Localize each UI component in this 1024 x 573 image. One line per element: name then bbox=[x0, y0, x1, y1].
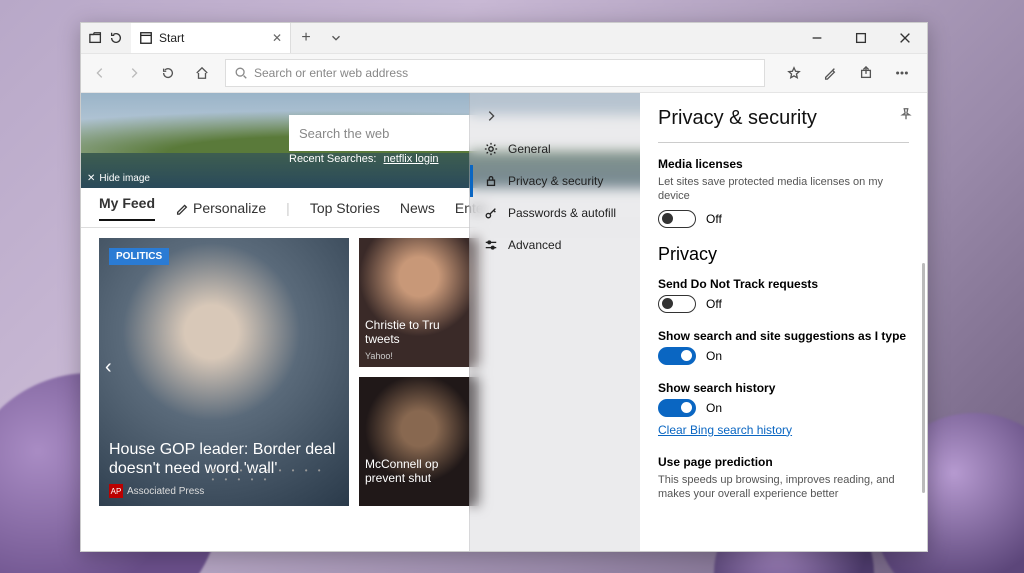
media-licenses-state: Off bbox=[706, 212, 722, 226]
notes-button[interactable] bbox=[819, 62, 841, 84]
settings-nav-advanced[interactable]: Advanced bbox=[470, 229, 640, 261]
clear-history-link[interactable]: Clear Bing search history bbox=[658, 423, 792, 437]
panel-scrollbar[interactable] bbox=[922, 263, 925, 493]
pencil-icon bbox=[175, 201, 189, 215]
titlebar: Start ✕ + bbox=[81, 23, 927, 53]
news-card-side-1[interactable]: Christie to Tru tweets Yahoo! bbox=[359, 238, 479, 367]
share-button[interactable] bbox=[855, 62, 877, 84]
tab-title: Start bbox=[159, 31, 184, 45]
news-source: AP Associated Press bbox=[109, 484, 204, 498]
tab-close-icon[interactable]: ✕ bbox=[272, 31, 282, 45]
tab-dropdown-icon[interactable] bbox=[321, 23, 351, 53]
mini-photo bbox=[359, 238, 479, 367]
dnt-head: Send Do Not Track requests bbox=[658, 277, 909, 291]
nav-separator: | bbox=[286, 200, 290, 216]
tab-page-icon bbox=[139, 31, 153, 45]
new-tab-button[interactable]: + bbox=[291, 23, 321, 53]
history-toggle[interactable] bbox=[658, 399, 696, 417]
settings-flyout: General Privacy & security Passwords & a… bbox=[469, 93, 927, 551]
prediction-head: Use page prediction bbox=[658, 455, 909, 469]
lock-icon bbox=[484, 174, 498, 188]
news-category-tag: POLITICS bbox=[109, 248, 169, 265]
news-card-main[interactable]: POLITICS ‹ House GOP leader: Border deal… bbox=[99, 238, 349, 506]
maximize-button[interactable] bbox=[839, 23, 883, 53]
history-icon bbox=[109, 31, 123, 45]
folder-icon bbox=[89, 31, 103, 45]
settings-nav: General Privacy & security Passwords & a… bbox=[470, 93, 640, 551]
history-head: Show search history bbox=[658, 381, 909, 395]
carousel-prev-icon[interactable]: ‹ bbox=[105, 356, 112, 379]
media-licenses-head: Media licenses bbox=[658, 157, 909, 171]
mini-headline: McConnell op prevent shut bbox=[365, 458, 473, 486]
forward-button[interactable] bbox=[123, 62, 145, 84]
source-badge: AP bbox=[109, 484, 123, 498]
suggestions-head: Show search and site suggestions as I ty… bbox=[658, 329, 909, 343]
dnt-toggle[interactable] bbox=[658, 295, 696, 313]
home-button[interactable] bbox=[191, 62, 213, 84]
recent-search-link[interactable]: netflix login bbox=[384, 153, 439, 165]
feed-tab-personalize[interactable]: Personalize bbox=[175, 200, 266, 216]
dnt-state: Off bbox=[706, 297, 722, 311]
minimize-button[interactable] bbox=[795, 23, 839, 53]
feed-tab-topstories[interactable]: Top Stories bbox=[310, 200, 380, 216]
media-licenses-sub: Let sites save protected media licenses … bbox=[658, 175, 909, 204]
news-card-side-2[interactable]: McConnell op prevent shut bbox=[359, 377, 479, 506]
recent-searches: Recent Searches: netflix login bbox=[289, 153, 439, 165]
pin-button[interactable] bbox=[899, 107, 913, 126]
panel-title: Privacy & security bbox=[658, 107, 909, 143]
carousel-dots: ● • • • • • • • • • • • • • bbox=[212, 466, 337, 484]
address-placeholder: Search or enter web address bbox=[254, 66, 408, 80]
settings-nav-general[interactable]: General bbox=[470, 133, 640, 165]
suggestions-state: On bbox=[706, 349, 722, 363]
back-button[interactable] bbox=[89, 62, 111, 84]
feed-tab-news[interactable]: News bbox=[400, 200, 435, 216]
mini-source: Yahoo! bbox=[365, 351, 393, 361]
mini-headline: Christie to Tru tweets bbox=[365, 319, 473, 347]
sliders-icon bbox=[484, 238, 498, 252]
settings-nav-privacy[interactable]: Privacy & security bbox=[470, 165, 640, 197]
search-icon bbox=[234, 66, 248, 80]
history-state: On bbox=[706, 401, 722, 415]
suggestions-toggle[interactable] bbox=[658, 347, 696, 365]
toolbar: Search or enter web address bbox=[81, 53, 927, 93]
settings-back-button[interactable] bbox=[470, 99, 640, 133]
settings-panel: Privacy & security Media licenses Let si… bbox=[640, 93, 927, 551]
more-button[interactable] bbox=[891, 62, 913, 84]
favorite-button[interactable] bbox=[783, 62, 805, 84]
key-icon bbox=[484, 206, 498, 220]
mini-photo bbox=[359, 377, 479, 506]
hide-image-button[interactable]: ✕ Hide image bbox=[87, 173, 150, 184]
settings-nav-passwords[interactable]: Passwords & autofill bbox=[470, 197, 640, 229]
privacy-heading: Privacy bbox=[658, 244, 909, 265]
browser-window: Start ✕ + Search or enter web address bbox=[80, 22, 928, 552]
gear-icon bbox=[484, 142, 498, 156]
address-bar[interactable]: Search or enter web address bbox=[225, 59, 765, 87]
web-search-placeholder: Search the web bbox=[299, 126, 389, 141]
feed-tab-myfeed[interactable]: My Feed bbox=[99, 195, 155, 221]
prediction-sub: This speeds up browsing, improves readin… bbox=[658, 473, 909, 502]
close-window-button[interactable] bbox=[883, 23, 927, 53]
media-licenses-toggle[interactable] bbox=[658, 210, 696, 228]
tab-start[interactable]: Start ✕ bbox=[131, 23, 291, 53]
refresh-button[interactable] bbox=[157, 62, 179, 84]
